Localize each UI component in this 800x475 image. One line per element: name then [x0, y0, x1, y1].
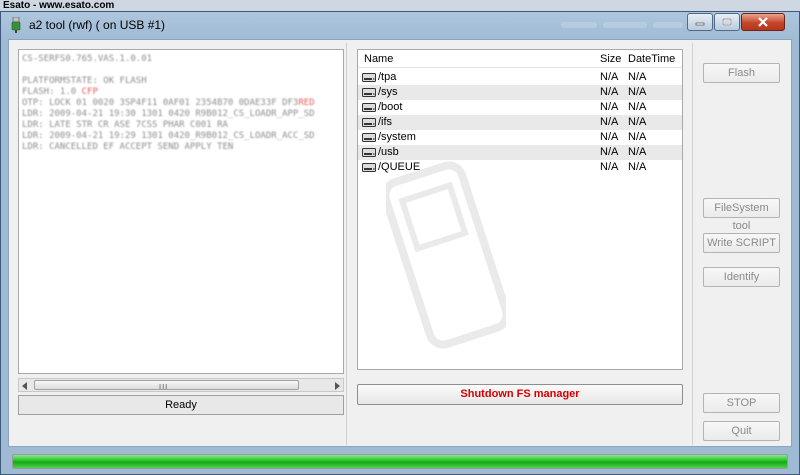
file-row[interactable]: /QUEUE N/A N/A: [358, 160, 682, 175]
file-datetime: N/A: [628, 86, 647, 98]
scroll-right-icon[interactable]: [335, 382, 340, 390]
drive-icon: [362, 73, 376, 82]
file-name: /ifs: [378, 116, 393, 128]
file-row[interactable]: /tpa N/A N/A: [358, 70, 682, 85]
drive-icon: [362, 88, 376, 97]
filesystem-tool-button[interactable]: FileSystem tool: [703, 198, 780, 232]
shutdown-fs-manager-button[interactable]: Shutdown FS manager: [357, 384, 683, 405]
file-size: N/A: [600, 116, 619, 128]
drive-icon: [362, 118, 376, 127]
drive-icon: [362, 103, 376, 112]
file-row[interactable]: /boot N/A N/A: [358, 100, 682, 115]
window-controls: [686, 13, 785, 31]
close-button[interactable]: [741, 13, 785, 31]
file-name: /usb: [378, 146, 399, 158]
file-datetime: N/A: [628, 131, 647, 143]
log-line: CS-SERFS0.765.VAS.1.0.01: [22, 54, 153, 64]
file-size: N/A: [600, 86, 619, 98]
identify-button[interactable]: Identify: [703, 267, 780, 287]
close-icon: [758, 17, 768, 27]
esato-watermark: Esato - www.esato.com: [0, 0, 800, 11]
file-name: /QUEUE: [378, 161, 421, 173]
scroll-left-icon[interactable]: [22, 382, 27, 390]
file-row[interactable]: /ifs N/A N/A: [358, 115, 682, 130]
client-area: CS-SERFS0.765.VAS.1.0.01 PLATFORMSTATE: …: [8, 39, 792, 447]
file-row[interactable]: /system N/A N/A: [358, 130, 682, 145]
maximize-icon: [722, 18, 732, 26]
log-line: OTP: LOCK 01 0020 3SP4F11 0AF01 2354B70 …: [22, 98, 315, 108]
file-size: N/A: [600, 146, 619, 158]
file-row[interactable]: /usb N/A N/A: [358, 145, 682, 160]
file-name: /sys: [378, 86, 398, 98]
progress-fill: [13, 455, 787, 468]
minimize-button[interactable]: [687, 13, 713, 31]
progress-bar: [12, 454, 788, 469]
log-line: FLASH: 1.0 CFP: [22, 87, 98, 97]
file-datetime: N/A: [628, 101, 647, 113]
column-name[interactable]: Name: [364, 53, 393, 65]
app-window: a2 tool (rwf) ( on USB #1) CS-SERFS0.765…: [0, 11, 800, 475]
scroll-thumb[interactable]: III: [34, 380, 299, 391]
file-row[interactable]: /sys N/A N/A: [358, 85, 682, 100]
phone-watermark-icon: [386, 161, 506, 349]
quit-button[interactable]: Quit: [703, 421, 780, 441]
usb-plug-icon: [11, 17, 21, 33]
stop-button[interactable]: STOP: [703, 393, 780, 413]
file-name: /system: [378, 131, 416, 143]
title-bar[interactable]: a2 tool (rwf) ( on USB #1): [1, 12, 799, 38]
filesystem-panel: Name Size DateTime /tpa N/A N/A /sys N/A…: [349, 43, 693, 445]
file-size: N/A: [600, 71, 619, 83]
file-size: N/A: [600, 131, 619, 143]
file-datetime: N/A: [628, 146, 647, 158]
column-datetime[interactable]: DateTime: [628, 53, 675, 65]
file-name: /boot: [378, 101, 403, 113]
log-line: LDR: 2009-04-21 19:30 1301 0420 R9B012_C…: [22, 109, 315, 119]
log-line: PLATFORMSTATE: OK FLASH: [22, 76, 147, 86]
drive-icon: [362, 163, 376, 172]
file-datetime: N/A: [628, 116, 647, 128]
maximize-button[interactable]: [714, 13, 740, 31]
file-list[interactable]: Name Size DateTime /tpa N/A N/A /sys N/A…: [357, 49, 683, 370]
column-size[interactable]: Size: [600, 53, 621, 65]
file-size: N/A: [600, 101, 619, 113]
file-datetime: N/A: [628, 161, 647, 173]
file-size: N/A: [600, 161, 619, 173]
file-name: /tpa: [378, 71, 397, 83]
flash-button[interactable]: Flash: [703, 63, 780, 83]
log-line: LDR: LATE STR CR ASE 7CSS PHAR C001 RA: [22, 120, 228, 130]
write-script-button[interactable]: Write SCRIPT: [703, 233, 780, 253]
drive-icon: [362, 148, 376, 157]
file-datetime: N/A: [628, 71, 647, 83]
minimize-icon: [695, 22, 705, 26]
log-line: LDR: 2009-04-21 19:29 1301 0420_R9B012_C…: [22, 131, 315, 141]
log-output[interactable]: CS-SERFS0.765.VAS.1.0.01 PLATFORMSTATE: …: [18, 49, 344, 374]
log-horizontal-scrollbar[interactable]: III: [18, 378, 344, 392]
log-line: LDR: CANCELLED EF ACCEPT SEND APPLY TEN: [22, 142, 234, 152]
blurred-titlebar-text: [561, 18, 691, 28]
scroll-grip: III: [159, 383, 169, 391]
action-buttons-panel: Flash FileSystem tool Write SCRIPT Ident…: [695, 43, 789, 445]
log-panel: CS-SERFS0.765.VAS.1.0.01 PLATFORMSTATE: …: [12, 43, 347, 445]
file-list-header: Name Size DateTime: [358, 50, 682, 68]
status-label: Ready: [18, 395, 344, 415]
drive-icon: [362, 133, 376, 142]
window-title: a2 tool (rwf) ( on USB #1): [29, 18, 166, 32]
